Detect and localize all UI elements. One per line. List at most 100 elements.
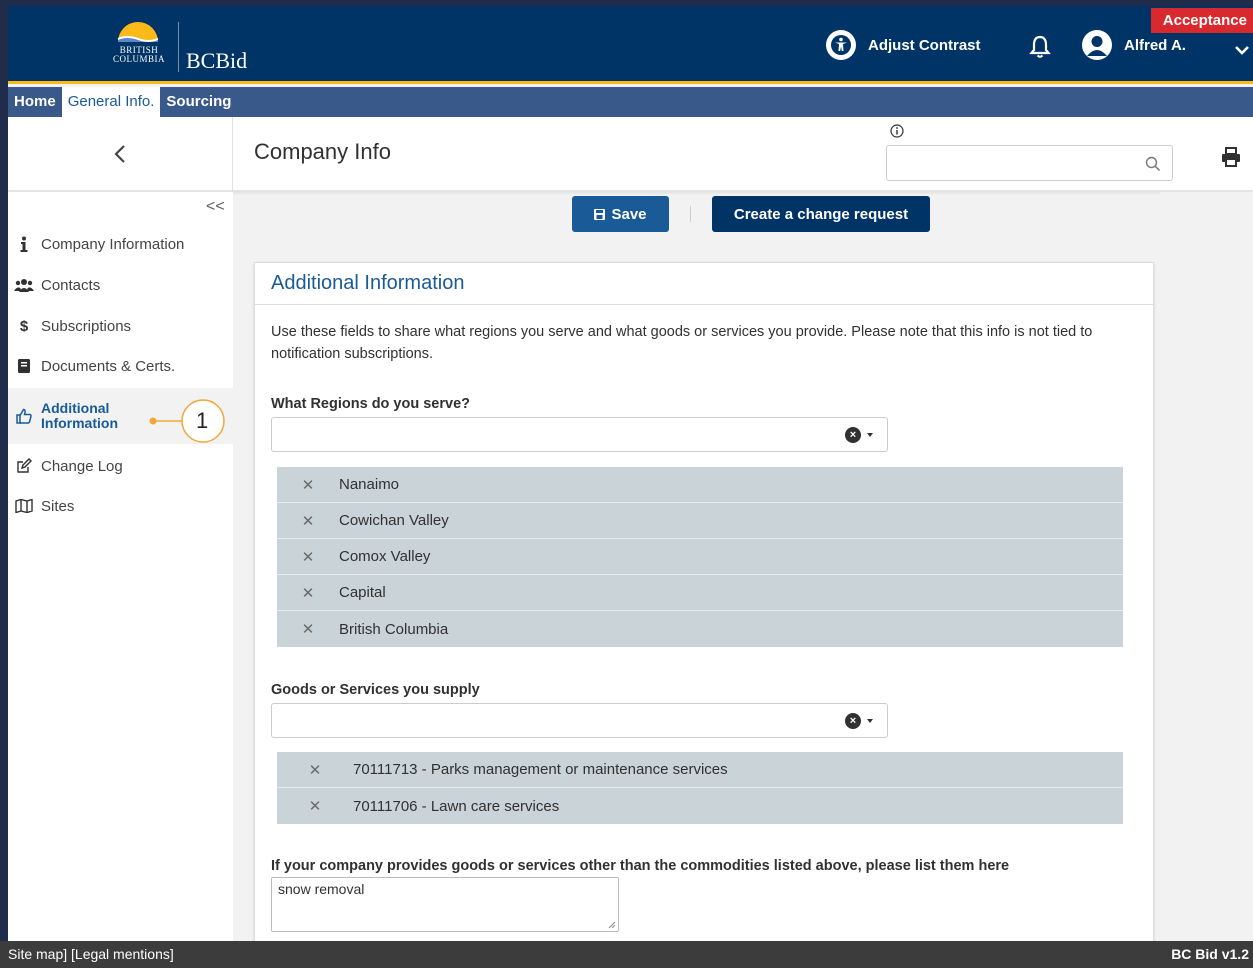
goods-label: Goods or Services you supply xyxy=(271,682,480,698)
additional-information-panel: Additional Information Use these fields … xyxy=(254,262,1154,962)
remove-icon[interactable]: ✕ xyxy=(277,476,339,494)
search-input[interactable] xyxy=(886,145,1173,181)
nav-general-info[interactable]: General Info. xyxy=(61,87,161,117)
sidebar-item-label: Change Log xyxy=(41,457,123,475)
other-goods-value: snow removal xyxy=(278,881,365,897)
sidebar-item-sites[interactable]: Sites xyxy=(8,486,233,526)
sidebar-item-subscriptions[interactable]: $ Subscriptions xyxy=(8,306,233,346)
sidebar-item-contacts[interactable]: Contacts xyxy=(8,265,233,305)
tag-label: Capital xyxy=(339,584,386,601)
remove-icon[interactable]: ✕ xyxy=(277,761,353,779)
caret-down-icon[interactable] xyxy=(867,719,873,723)
tag-item: ✕ Comox Valley xyxy=(277,539,1123,575)
create-change-request-button[interactable]: Create a change request xyxy=(712,196,930,232)
sidebar-item-company-information[interactable]: Company Information xyxy=(8,224,233,264)
tag-item: ✕ Cowichan Valley xyxy=(277,503,1123,539)
callout-number: 1 xyxy=(196,408,209,433)
caret-down-icon[interactable] xyxy=(867,433,873,437)
dollar-icon: $ xyxy=(19,317,29,335)
remove-icon[interactable]: ✕ xyxy=(277,584,339,602)
sidebar-item-documents[interactable]: Documents & Certs. xyxy=(8,346,233,386)
accessibility-icon xyxy=(826,30,856,60)
regions-tag-list: ✕ Nanaimo ✕ Cowichan Valley ✕ Comox Valley … xyxy=(277,467,1123,647)
sidebar-item-label: Subscriptions xyxy=(41,317,132,335)
tag-item: ✕ 70111706 - Lawn care services xyxy=(277,788,1123,824)
callout-marker xyxy=(149,399,225,443)
sidebar-item-label-line1: Additional xyxy=(41,400,110,416)
nav-sourcing[interactable]: Sourcing xyxy=(160,87,237,117)
tag-item: ✕ 70111713 - Parks management or maintena… xyxy=(277,752,1123,788)
regions-label: What Regions do you serve? xyxy=(271,396,470,412)
top-header: BRITISH COLUMBIA BCBid Adjust Contrast A… xyxy=(8,6,1253,84)
window-left-edge xyxy=(0,0,8,968)
tag-label: Nanaimo xyxy=(339,476,400,493)
chevron-down-icon[interactable] xyxy=(1234,42,1250,58)
bell-icon[interactable] xyxy=(1028,34,1052,60)
sun-logo-icon xyxy=(118,22,158,42)
clear-icon[interactable]: × xyxy=(845,713,861,729)
app-name: BCBid xyxy=(186,48,248,73)
environment-badge: Acceptance xyxy=(1150,8,1253,33)
footer-links[interactable]: Site map] [Legal mentions] xyxy=(8,941,174,968)
bc-logo[interactable]: BRITISH COLUMBIA BCBid xyxy=(106,16,266,76)
other-goods-label: If your company provides goods or servic… xyxy=(271,858,1010,874)
goods-tag-list: ✕ 70111713 - Parks management or maintena… xyxy=(277,752,1123,824)
right-margin xyxy=(1160,192,1253,947)
user-menu[interactable]: Alfred A. xyxy=(1082,30,1186,60)
remove-icon[interactable]: ✕ xyxy=(277,797,353,815)
main-nav: Home General Info. Sourcing xyxy=(8,87,1253,117)
select-controls: × xyxy=(845,427,873,443)
regions-select[interactable]: × xyxy=(271,417,888,452)
save-icon xyxy=(594,208,606,220)
clear-icon[interactable]: × xyxy=(845,427,861,443)
page-header: Company Info xyxy=(8,117,1253,191)
panel-title: Additional Information xyxy=(255,263,1153,305)
info-icon[interactable] xyxy=(890,124,904,138)
save-button[interactable]: Save xyxy=(572,196,669,232)
action-toolbar: Save Create a change request xyxy=(572,196,930,232)
resize-handle-icon[interactable] xyxy=(608,921,616,929)
toolbar-divider xyxy=(690,206,691,222)
tag-label: 70111713 - Parks management or maintenan… xyxy=(353,761,728,778)
users-icon xyxy=(13,276,35,294)
map-icon xyxy=(13,497,35,515)
search-icon[interactable] xyxy=(1144,155,1162,173)
tag-item: ✕ British Columbia xyxy=(277,611,1123,647)
sidebar-item-label: Sites xyxy=(41,497,75,515)
panel-description: Use these fields to share what regions y… xyxy=(271,324,1093,362)
user-name: Alfred A. xyxy=(1124,36,1186,54)
chevron-left-icon xyxy=(114,145,125,163)
other-goods-textarea[interactable]: snow removal xyxy=(271,877,619,932)
tag-label: British Columbia xyxy=(339,620,449,638)
remove-icon[interactable]: ✕ xyxy=(277,548,339,566)
thumbs-up-icon xyxy=(13,407,35,425)
save-label: Save xyxy=(611,205,647,223)
remove-icon[interactable]: ✕ xyxy=(277,620,339,638)
step-callout: 1 xyxy=(148,399,228,443)
nav-home[interactable]: Home xyxy=(8,87,62,117)
back-button[interactable] xyxy=(8,117,233,191)
tag-label: Cowichan Valley xyxy=(339,512,449,529)
collapse-sidebar-icon[interactable]: << xyxy=(206,198,225,216)
sidebar-item-label: Additional Information xyxy=(41,401,118,431)
sidebar-item-label-line2: Information xyxy=(41,415,118,431)
print-icon[interactable] xyxy=(1220,146,1242,168)
adjust-contrast-button[interactable]: Adjust Contrast xyxy=(826,30,981,60)
logo-province-text: BRITISH COLUMBIA xyxy=(106,46,172,64)
select-controls: × xyxy=(845,713,873,729)
sidebar-item-label: Contacts xyxy=(41,276,101,294)
goods-select[interactable]: × xyxy=(271,703,888,738)
sidebar-item-label: Company Information xyxy=(41,235,185,253)
version-label: BC Bid v1.2 xyxy=(1171,946,1249,962)
sidebar-item-change-log[interactable]: Change Log xyxy=(8,446,233,486)
footer: Site map] [Legal mentions] BC Bid v1.2 xyxy=(0,941,1253,968)
tag-item: ✕ Capital xyxy=(277,575,1123,611)
page-title: Company Info xyxy=(254,139,391,164)
tag-label: 70111706 - Lawn care services xyxy=(353,797,560,815)
info-icon xyxy=(13,235,35,253)
sidebar: << Company Information Contacts $ Subscr… xyxy=(8,192,233,947)
app-window: BRITISH COLUMBIA BCBid Adjust Contrast A… xyxy=(8,6,1253,968)
logo-divider xyxy=(178,22,179,72)
adjust-contrast-label: Adjust Contrast xyxy=(868,36,981,54)
remove-icon[interactable]: ✕ xyxy=(277,512,339,530)
